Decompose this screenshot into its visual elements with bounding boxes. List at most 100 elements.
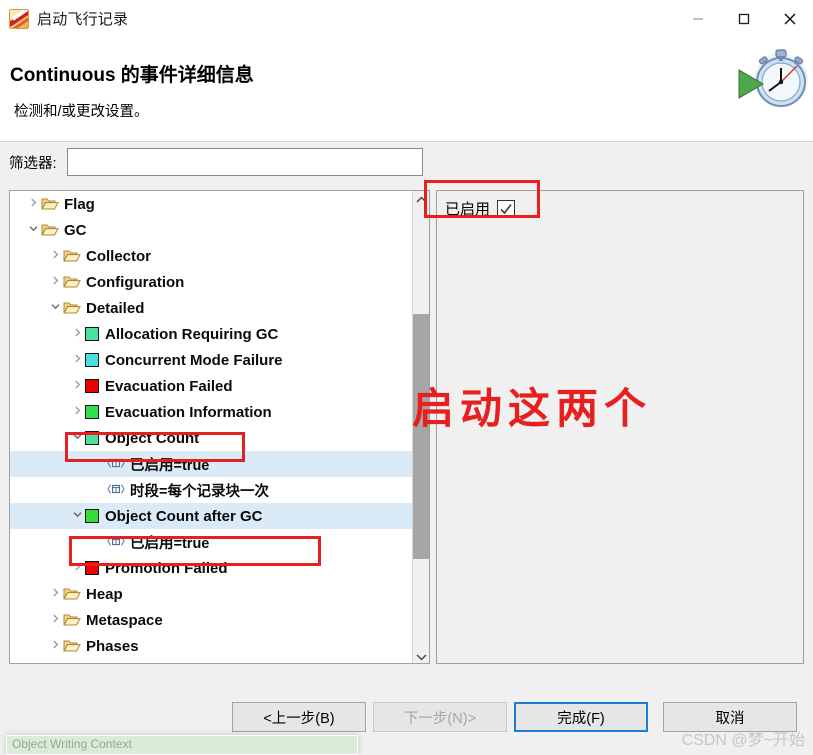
tree-item-label: 已启用=true [130, 457, 210, 474]
enabled-checkbox[interactable] [497, 199, 516, 218]
scroll-down-icon[interactable] [413, 648, 429, 663]
chevron-right-icon[interactable] [48, 276, 63, 288]
chevron-right-icon[interactable] [70, 328, 85, 340]
filter-input[interactable] [66, 148, 423, 176]
event-color-square-icon [85, 509, 99, 523]
tree-item[interactable]: 已启用=true [10, 451, 414, 477]
bottom-tooltip-text: Object Writing Context [12, 737, 132, 751]
tree-item-label: Promotion Failed [105, 559, 228, 577]
wizard-header: Continuous 的事件详细信息 检测和/或更改设置。 [0, 38, 813, 142]
minimize-button[interactable] [675, 0, 721, 38]
tree-item-label: Evacuation Information [105, 403, 272, 421]
tree-item[interactable]: 已启用=true [10, 529, 414, 555]
folder-icon [41, 197, 59, 211]
jmc-flight-recorder-icon [9, 8, 29, 29]
page-title: Continuous 的事件详细信息 [10, 65, 254, 86]
event-tree[interactable]: Flag GC Collector Configuration Detailed Allo… [10, 191, 414, 663]
chevron-down-icon[interactable] [70, 432, 85, 444]
scroll-up-icon[interactable] [413, 191, 429, 208]
chevron-right-icon[interactable] [48, 250, 63, 262]
tree-item-label: Allocation Requiring GC [105, 325, 279, 343]
tree-item[interactable]: Object Count [10, 425, 414, 451]
tree-item[interactable]: Metaspace [10, 607, 414, 633]
page-subtitle: 检测和/或更改设置。 [14, 104, 149, 120]
folder-icon [63, 639, 81, 653]
tree-scrollbar-thumb[interactable] [413, 314, 429, 559]
next-button: 下一步(N)> [373, 702, 507, 732]
tree-item-label: Concurrent Mode Failure [105, 351, 283, 369]
window-controls [675, 0, 813, 38]
enabled-label: 已启用 [445, 201, 491, 218]
folder-icon [63, 613, 81, 627]
chevron-down-icon[interactable] [70, 510, 85, 522]
filter-row: 筛选器: [0, 143, 813, 181]
event-color-square-icon [85, 327, 99, 341]
checkmark-icon [500, 203, 512, 214]
folder-icon [63, 275, 81, 289]
folder-icon [63, 587, 81, 601]
chevron-down-icon[interactable] [48, 302, 63, 314]
chevron-right-icon[interactable] [70, 406, 85, 418]
chevron-right-icon[interactable] [70, 562, 85, 574]
watermark: CSDN @梦~开始 [681, 732, 805, 749]
tree-item[interactable]: Promotion Failed [10, 555, 414, 581]
property-icon [107, 457, 125, 471]
chevron-right-icon[interactable] [48, 614, 63, 626]
tree-item[interactable]: Detailed [10, 295, 414, 321]
tree-item[interactable]: Evacuation Failed [10, 373, 414, 399]
tree-item[interactable]: Collector [10, 243, 414, 269]
tree-item[interactable]: Configuration [10, 269, 414, 295]
tree-item-label: 已启用=true [130, 535, 210, 552]
finish-button[interactable]: 完成(F) [514, 702, 648, 732]
tree-item[interactable]: Flag [10, 191, 414, 217]
chevron-right-icon[interactable] [48, 640, 63, 652]
tree-item[interactable]: Evacuation Information [10, 399, 414, 425]
tree-item-label: Phases [86, 637, 139, 655]
close-button[interactable] [767, 0, 813, 38]
bottom-tooltip-popup: Object Writing Context [6, 735, 358, 755]
tree-item[interactable]: Heap [10, 581, 414, 607]
folder-icon [41, 223, 59, 237]
tree-item-label: Collector [86, 247, 152, 265]
folder-icon [63, 249, 81, 263]
tree-item-label: Evacuation Failed [105, 377, 233, 395]
chevron-right-icon[interactable] [70, 354, 85, 366]
tree-item-label: Object Count after GC [105, 507, 263, 525]
tree-item[interactable]: Object Count after GC [10, 503, 414, 529]
back-button[interactable]: <上一步(B) [232, 702, 366, 732]
event-color-square-icon [85, 405, 99, 419]
annotation-text: 启动这两个 [412, 384, 653, 433]
event-color-square-icon [85, 379, 99, 393]
enabled-setting-row[interactable]: 已启用 [445, 198, 516, 219]
property-icon [107, 483, 125, 497]
tree-item-label: GC [64, 221, 87, 239]
tree-item-label: Metaspace [86, 611, 163, 629]
chevron-right-icon[interactable] [48, 588, 63, 600]
tree-item-label: 时段=每个记录块一次 [130, 483, 269, 500]
tree-item-label: Heap [86, 585, 123, 603]
tree-item[interactable]: GC [10, 217, 414, 243]
tree-item[interactable]: Concurrent Mode Failure [10, 347, 414, 373]
tree-item-label: Flag [64, 195, 95, 213]
window-titlebar: 启动飞行记录 [0, 0, 813, 38]
tree-item-label: Object Count [105, 429, 200, 447]
wizard-button-bar: <上一步(B) 下一步(N)> 完成(F) 取消 [0, 676, 813, 732]
event-color-square-icon [85, 561, 99, 575]
tree-item-label: Detailed [86, 299, 145, 317]
window-title: 启动飞行记录 [37, 11, 129, 28]
chevron-right-icon[interactable] [26, 198, 41, 210]
event-color-square-icon [85, 353, 99, 367]
chevron-right-icon[interactable] [70, 380, 85, 392]
stopwatch-play-icon [735, 44, 811, 116]
property-icon [107, 535, 125, 549]
event-color-square-icon [85, 431, 99, 445]
tree-item-label: Configuration [86, 273, 185, 291]
tree-item[interactable]: 时段=每个记录块一次 [10, 477, 414, 503]
event-tree-panel: Flag GC Collector Configuration Detailed Allo… [9, 190, 430, 664]
filter-label: 筛选器: [9, 155, 57, 172]
maximize-button[interactable] [721, 0, 767, 38]
chevron-down-icon[interactable] [26, 224, 41, 236]
tree-item[interactable]: Phases [10, 633, 414, 659]
tree-item[interactable]: Allocation Requiring GC [10, 321, 414, 347]
folder-icon [63, 301, 81, 315]
